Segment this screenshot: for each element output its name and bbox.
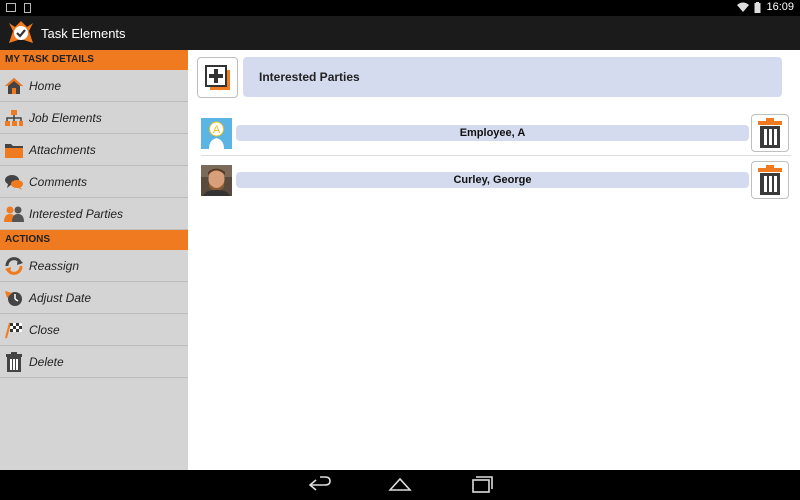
sidebar-item-label: Job Elements <box>29 110 102 125</box>
party-row: Curley, George <box>201 161 791 203</box>
sidebar-item-adjust-date[interactable]: Adjust Date <box>0 282 188 314</box>
photo-avatar-icon <box>201 165 232 196</box>
recent-apps-icon[interactable] <box>469 476 493 494</box>
sidebar-item-label: Close <box>29 322 60 337</box>
file-notification-icon <box>24 3 31 13</box>
delete-party-button[interactable] <box>751 114 789 152</box>
home-icon <box>3 75 25 97</box>
sidebar: MY TASK DETAILS Home Job Elements Attach… <box>0 50 188 470</box>
party-name[interactable]: Employee, A <box>236 125 749 141</box>
trash-icon <box>758 165 782 195</box>
delete-party-button[interactable] <box>751 161 789 199</box>
app-logo-icon[interactable] <box>7 19 35 47</box>
svg-text:A: A <box>213 124 221 136</box>
sidebar-item-label: Reassign <box>29 258 80 273</box>
letter-a-avatar-icon: A <box>201 118 232 149</box>
sidebar-item-delete[interactable]: Delete <box>0 346 188 378</box>
checkered-flag-icon <box>3 319 25 341</box>
folder-icon <box>3 139 25 161</box>
main-content: Interested Parties A Employee, A Curley,… <box>188 50 800 470</box>
reassign-icon <box>3 255 25 277</box>
sidebar-item-attachments[interactable]: Attachments <box>0 134 188 166</box>
sidebar-item-close[interactable]: Close <box>0 314 188 346</box>
page-title: Interested Parties <box>243 57 782 97</box>
party-row: A Employee, A <box>201 114 791 156</box>
comments-icon <box>3 171 25 193</box>
party-name[interactable]: Curley, George <box>236 172 749 188</box>
section-header-task-details: MY TASK DETAILS <box>0 50 188 70</box>
people-icon <box>3 203 25 225</box>
app-title: Task Elements <box>41 25 126 41</box>
action-bar: Task Elements <box>0 16 800 50</box>
sidebar-item-label: Home <box>29 78 62 93</box>
org-chart-icon <box>3 107 25 129</box>
trash-icon <box>3 351 25 373</box>
status-bar: 16:09 <box>0 0 800 16</box>
add-party-button[interactable] <box>197 57 238 98</box>
sidebar-item-label: Attachments <box>29 142 96 157</box>
sidebar-item-reassign[interactable]: Reassign <box>0 250 188 282</box>
sidebar-item-comments[interactable]: Comments <box>0 166 188 198</box>
battery-icon <box>754 1 761 13</box>
trash-icon <box>758 118 782 148</box>
add-icon <box>204 64 230 90</box>
image-notification-icon <box>6 3 16 12</box>
wifi-icon <box>737 2 750 12</box>
sidebar-item-home[interactable]: Home <box>0 70 188 102</box>
back-icon[interactable] <box>308 476 332 494</box>
section-header-actions: ACTIONS <box>0 230 188 250</box>
system-nav-bar <box>0 470 800 500</box>
sidebar-item-job-elements[interactable]: Job Elements <box>0 102 188 134</box>
clock: 16:09 <box>766 1 794 13</box>
sidebar-item-label: Comments <box>29 174 88 189</box>
sidebar-item-label: Delete <box>29 354 64 369</box>
adjust-date-icon <box>3 287 25 309</box>
home-button-icon[interactable] <box>388 476 412 494</box>
sidebar-item-interested-parties[interactable]: Interested Parties <box>0 198 188 230</box>
sidebar-item-label: Interested Parties <box>29 206 124 221</box>
sidebar-item-label: Adjust Date <box>29 290 92 305</box>
